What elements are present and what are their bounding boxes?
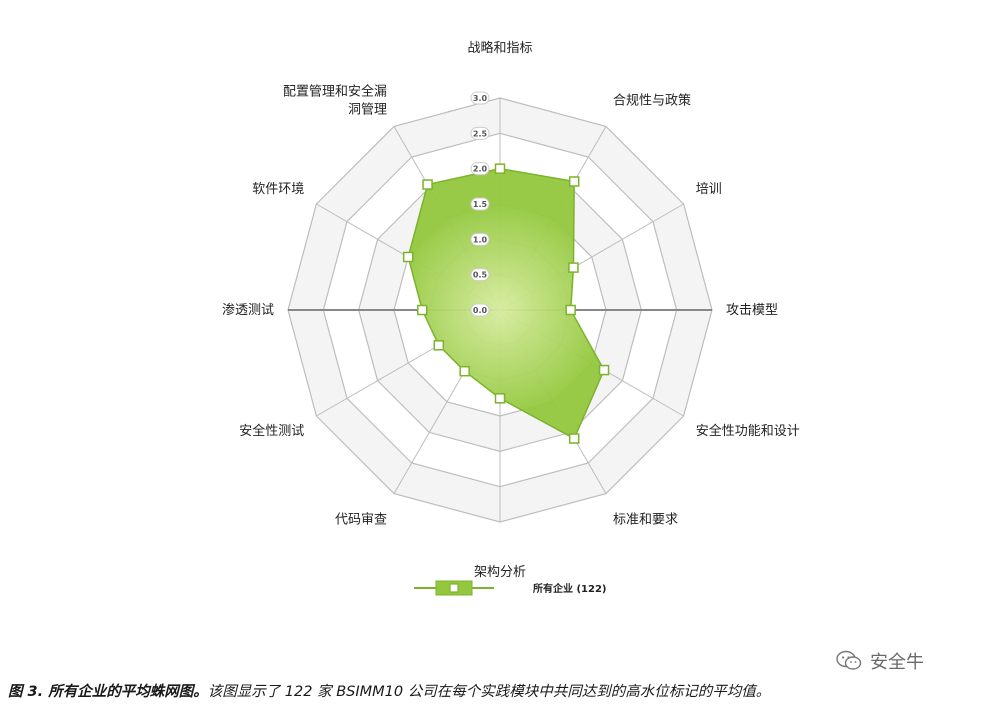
category-label-10: 渗透测试 xyxy=(222,303,274,318)
tick-label-6: 3.0 xyxy=(470,91,490,105)
legend-marker xyxy=(449,583,459,593)
category-label-5: 安全性功能和设计 xyxy=(696,423,800,439)
category-label-6: 标准和要求 xyxy=(613,513,678,528)
data-point-9 xyxy=(433,340,445,351)
category-label-9: 安全性测试 xyxy=(239,423,304,439)
tick-label-5: 2.5 xyxy=(470,126,490,140)
category-label-11: 软件环境 xyxy=(252,182,304,197)
category-label-3: 培训 xyxy=(696,181,722,197)
svg-text:1.5: 1.5 xyxy=(473,200,488,209)
svg-text:0.5: 0.5 xyxy=(473,271,488,280)
tick-label-3: 1.5 xyxy=(470,197,490,211)
svg-text:0.0: 0.0 xyxy=(473,306,488,315)
tick-label-2: 1.0 xyxy=(470,232,490,246)
watermark-text: 安全牛 xyxy=(870,652,924,673)
data-point-12 xyxy=(422,179,433,190)
data-point-6 xyxy=(568,433,580,444)
category-label-12: 配置管理和安全漏洞管理 xyxy=(283,83,387,117)
svg-text:3.0: 3.0 xyxy=(473,94,488,103)
data-point-3 xyxy=(568,262,579,273)
tick-label-0: 0.0 xyxy=(470,303,490,317)
wechat-icon xyxy=(836,650,862,670)
legend-label: 所有企业 (122) xyxy=(533,582,607,595)
data-point-1 xyxy=(494,163,506,174)
data-point-10 xyxy=(417,304,428,316)
svg-text:2.5: 2.5 xyxy=(473,129,488,138)
data-point-2 xyxy=(568,176,580,187)
tick-label-4: 2.0 xyxy=(470,162,490,176)
data-point-8 xyxy=(459,365,470,377)
category-label-7: 架构分析 xyxy=(474,565,526,580)
category-label-4: 攻击模型 xyxy=(726,303,778,318)
category-label-1: 战略和指标 xyxy=(467,40,532,56)
svg-text:2.0: 2.0 xyxy=(473,165,488,174)
tick-label-1: 0.5 xyxy=(470,268,490,282)
data-point-7 xyxy=(494,393,506,404)
data-point-4 xyxy=(565,304,576,316)
data-point-11 xyxy=(402,251,414,263)
chart-legend: 所有企业 (122) xyxy=(414,580,607,596)
radar-chart: 0.0 0.5 1.0 1.5 2.0 2.5 3.0 战略和指标合规性与政策培训攻击模型安… xyxy=(222,40,800,596)
data-point-5 xyxy=(598,364,610,376)
caption-body: 该图显示了 122 家 BSIMM10 公司在每个实践模块中共同达到的高水位标记… xyxy=(207,684,771,700)
watermark: 安全牛 xyxy=(836,648,976,674)
category-label-8: 代码审查 xyxy=(335,513,387,528)
category-label-2: 合规性与政策 xyxy=(613,92,691,108)
figure-caption: 图 3. 所有企业的平均蛛网图。该图显示了 122 家 BSIMM10 公司在每… xyxy=(8,680,996,701)
svg-text:1.0: 1.0 xyxy=(473,235,488,244)
caption-title: 图 3. 所有企业的平均蛛网图。 xyxy=(8,684,208,700)
